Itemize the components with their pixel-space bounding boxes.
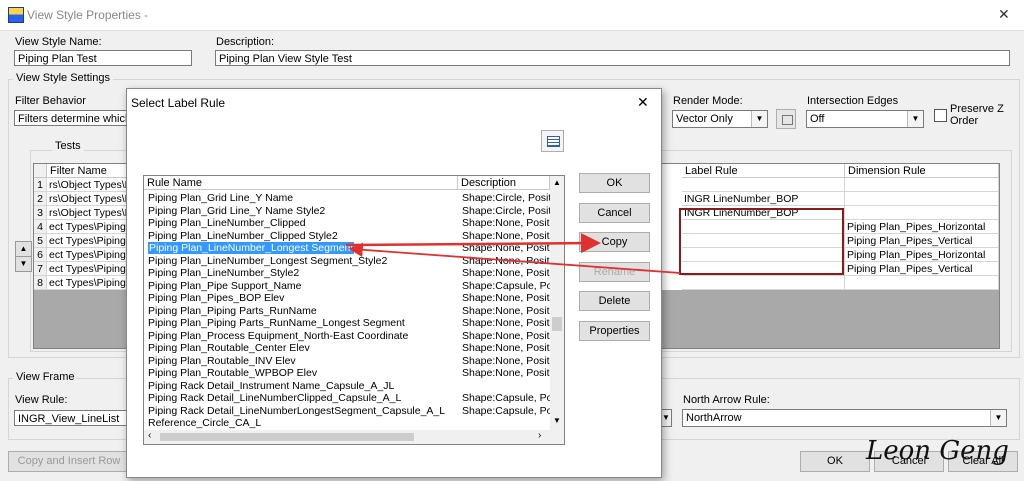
watermark-signature: Leon Geng	[866, 436, 1009, 466]
annotation-overlay	[345, 208, 844, 275]
label-rule-highlight-box	[679, 208, 844, 275]
annotation-arrow-from-box	[348, 242, 681, 274]
annotation-arrow-to-copy	[345, 233, 601, 254]
